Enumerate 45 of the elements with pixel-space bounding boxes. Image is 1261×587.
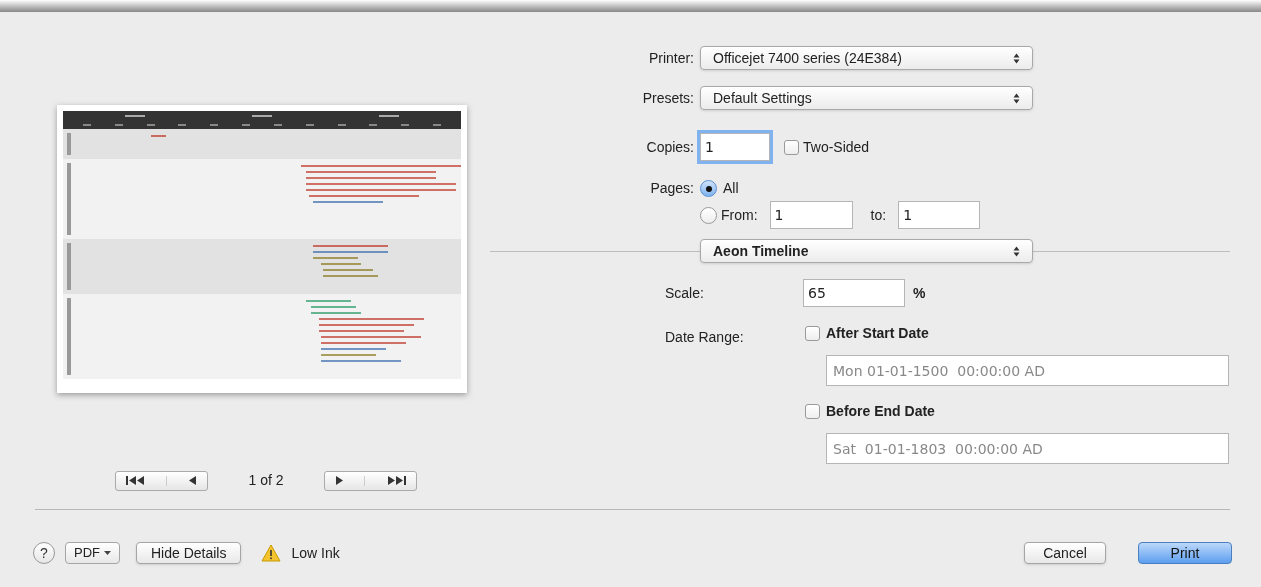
first-page-icon <box>126 476 147 485</box>
checkbox-label: Before End Date <box>826 402 935 421</box>
radio-button[interactable] <box>700 206 717 224</box>
previous-page-icon <box>187 476 197 485</box>
to-page-field[interactable]: 1 <box>898 201 981 229</box>
low-ink-label: Low Ink <box>291 543 340 563</box>
date-field[interactable]: Sat 01-01-1803 00:00:00 AD <box>826 433 1229 464</box>
scale-field[interactable]: 65 <box>803 279 905 307</box>
radio-label: From: <box>721 205 758 225</box>
warning-icon <box>261 544 282 562</box>
checkbox[interactable] <box>784 139 799 155</box>
caret-icon <box>104 551 111 555</box>
help-button[interactable]: ? <box>33 542 55 564</box>
last-page-icon <box>385 476 406 485</box>
next-page-buttons[interactable] <box>324 470 417 491</box>
presets-select[interactable]: Default Settings <box>700 86 1033 110</box>
copies-label: Copies: <box>646 137 694 157</box>
date-range-label: Date Range: <box>665 329 744 345</box>
updown-arrows-icon <box>1013 52 1020 64</box>
to-label: to: <box>870 205 887 225</box>
presets-label: Presets: <box>642 88 694 108</box>
updown-arrows-icon <box>1013 245 1020 257</box>
percent-label: % <box>913 283 926 303</box>
page-counter: 1 of 2 <box>247 471 285 490</box>
next-page-icon <box>335 476 345 485</box>
updown-arrows-icon <box>1013 92 1020 104</box>
scale-label: Scale: <box>665 283 705 303</box>
two-sided-label: Two-Sided <box>803 137 870 157</box>
copies-field[interactable]: 1 <box>700 133 770 161</box>
previous-page-buttons[interactable] <box>115 470 208 491</box>
cancel-button[interactable]: Cancel <box>1024 542 1106 564</box>
from-page-field[interactable]: 1 <box>769 201 853 229</box>
printer-select[interactable]: Officejet 7400 series (24E384) <box>700 46 1033 70</box>
date-field[interactable]: Mon 01-01-1500 00:00:00 AD <box>826 355 1229 386</box>
printer-label: Printer: <box>648 48 694 68</box>
radio-label: All <box>723 179 739 198</box>
radio-button[interactable] <box>700 180 717 197</box>
checkbox-label: After Start Date <box>826 324 929 343</box>
checkbox[interactable] <box>805 404 820 419</box>
pages-label: Pages: <box>650 179 694 198</box>
checkbox[interactable] <box>805 326 820 341</box>
hide-details-button[interactable]: Hide Details <box>136 542 242 564</box>
panel-select[interactable]: Aeon Timeline <box>700 239 1033 263</box>
pdf-menu-button[interactable]: PDF <box>65 542 120 564</box>
print-button[interactable]: Print <box>1138 542 1232 564</box>
